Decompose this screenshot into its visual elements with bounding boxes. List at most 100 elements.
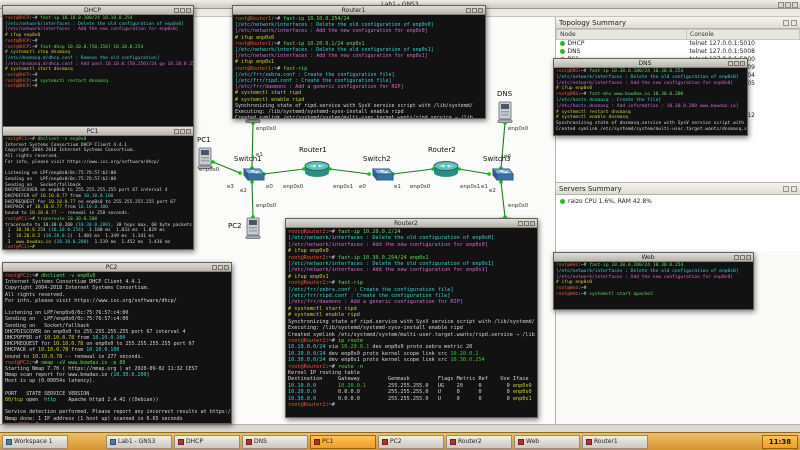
window-buttons [174, 129, 191, 134]
taskbar-task-dhcp[interactable]: DHCP [174, 435, 240, 449]
maximize-button[interactable] [740, 255, 745, 260]
minimize-button[interactable] [778, 2, 784, 8]
topology-node-cell: DNS [557, 48, 687, 56]
terminal-window-dns[interactable]: DNSroot@DNS:~# fast-ip 10.30.0.100/24 10… [553, 58, 748, 136]
terminal-output[interactable]: root@DNS:~# fast-ip 10.30.0.100/24 10.30… [554, 68, 747, 135]
task-label: Router2 [458, 438, 482, 445]
terminal-titlebar[interactable]: PC1 [3, 127, 193, 136]
minimize-button[interactable] [174, 8, 179, 13]
taskbar-task-router2[interactable]: Router2 [446, 435, 512, 449]
topology-node-cell: DHCP [557, 40, 687, 48]
terminal-window-pc2[interactable]: PC2root@PC2:~# dhclient -v enp0s0Interne… [2, 262, 232, 424]
minimize-button[interactable] [728, 61, 733, 66]
window-buttons [518, 221, 535, 226]
close-button[interactable] [478, 8, 483, 13]
terminal-title: DNS [557, 60, 733, 67]
terminal-titlebar[interactable]: Web [554, 253, 753, 262]
workspace-icon [6, 439, 12, 445]
gns3-statusbar [0, 424, 800, 432]
close-button[interactable] [746, 255, 751, 260]
maximize-button[interactable] [180, 8, 185, 13]
servers-summary-header[interactable]: Servers Summary [556, 183, 800, 195]
close-button[interactable] [530, 221, 535, 226]
task-label: PC1 [322, 438, 334, 445]
server-row[interactable]: raizo CPU 1.6%, RAM 42.8% [556, 195, 800, 208]
terminal-output[interactable]: root@PC2:~# dhclient -v enp0s0Internet S… [3, 272, 231, 423]
minimize-button[interactable] [734, 255, 739, 260]
taskbar-task-router1[interactable]: Router1 [582, 435, 648, 449]
terminal-titlebar[interactable]: PC2 [3, 263, 231, 272]
terminal-titlebar[interactable]: Router2 [286, 219, 537, 228]
close-button[interactable] [186, 129, 191, 134]
terminal-output[interactable]: root@PC1:~# dhclient -v enp0s0Internet S… [3, 136, 193, 249]
terminal-app-icon [314, 439, 320, 445]
topology-row-dns[interactable]: DNStelnet 127.0.0.1:5008 [557, 48, 800, 56]
taskbar-task-pc2[interactable]: PC2 [378, 435, 444, 449]
terminal-window-pc1[interactable]: PC1root@PC1:~# dhclient -v enp0s0Interne… [2, 126, 194, 250]
window-buttons [778, 2, 798, 8]
workspace-label: Workspace 1 [14, 438, 53, 445]
minimize-button[interactable] [466, 8, 471, 13]
close-button[interactable] [224, 265, 229, 270]
topology-summary-title: Topology Summary [559, 19, 626, 27]
column-header-node[interactable]: Node [557, 30, 687, 40]
terminal-title: Router2 [289, 220, 523, 227]
terminal-titlebar[interactable]: Router1 [233, 6, 485, 15]
terminal-app-icon [518, 439, 524, 445]
status-up-icon [560, 199, 565, 204]
taskbar-task-lab1-gns3[interactable]: Lab1 - GNS3 [106, 435, 172, 449]
maximize-button[interactable] [734, 61, 739, 66]
panel-buttons [783, 20, 797, 26]
column-header-console[interactable]: Console [687, 30, 800, 40]
status-up-icon [560, 49, 565, 54]
taskbar-tasks: Lab1 - GNS3 DHCPDNS PC1 PC2 Router2 Web Router… [106, 435, 648, 449]
task-label: PC2 [390, 438, 402, 445]
terminal-window-router1[interactable]: Router1root@Router1:~# fast-ip 10.10.0.2… [232, 5, 486, 119]
task-label: Web [526, 438, 539, 445]
minimize-button[interactable] [212, 265, 217, 270]
close-button[interactable] [740, 61, 745, 66]
taskbar-task-dns[interactable]: DNS [242, 435, 308, 449]
close-panel-icon[interactable] [791, 186, 797, 192]
window-buttons [466, 8, 483, 13]
minimize-button[interactable] [518, 221, 523, 226]
task-label: Router1 [594, 438, 618, 445]
terminal-output[interactable]: root@Web:~# fast-ip 10.30.0.200/24 10.30… [554, 262, 753, 309]
taskbar-task-pc1[interactable]: PC1 [310, 435, 376, 449]
terminal-output[interactable]: root@DHCP:~# fast-ip 10.10.0.100/24 10.1… [3, 15, 193, 126]
terminal-titlebar[interactable]: DHCP [3, 6, 193, 15]
window-buttons [734, 255, 751, 260]
maximize-button[interactable] [524, 221, 529, 226]
float-panel-icon[interactable] [783, 186, 789, 192]
window-buttons [212, 265, 229, 270]
terminal-titlebar[interactable]: DNS [554, 59, 747, 68]
terminal-output[interactable]: root@Router1:~# fast-ip 10.10.0.254/24[/… [233, 15, 485, 118]
terminal-title: Web [557, 254, 739, 261]
terminal-app-icon [246, 439, 252, 445]
close-button[interactable] [792, 2, 798, 8]
close-panel-icon[interactable] [791, 20, 797, 26]
topology-summary-header[interactable]: Topology Summary [556, 17, 800, 29]
maximize-button[interactable] [180, 129, 185, 134]
float-panel-icon[interactable] [783, 20, 789, 26]
maximize-button[interactable] [218, 265, 223, 270]
topology-row-dhcp[interactable]: DHCPtelnet 127.0.0.1:5010 [557, 40, 800, 48]
workspace-button[interactable]: Workspace 1 [2, 435, 68, 449]
status-up-icon [560, 41, 565, 46]
terminal-window-dhcp[interactable]: DHCProot@DHCP:~# fast-ip 10.10.0.100/24 … [2, 5, 194, 127]
taskbar-task-web[interactable]: Web [514, 435, 580, 449]
taskbar: Workspace 1 Lab1 - GNS3 DHCPDNS PC1 PC2 Rout… [0, 432, 800, 450]
panel-buttons [783, 186, 797, 192]
close-button[interactable] [186, 8, 191, 13]
terminal-window-router2[interactable]: Router2root@Router2:~# fast-ip 10.20.0.2… [285, 218, 538, 418]
topology-console-cell: telnet 127.0.0.1:5010 [687, 40, 800, 48]
terminal-output[interactable]: root@Router2:~# fast-ip 10.20.0.2/24[/et… [286, 228, 537, 417]
terminal-title: DHCP [6, 7, 179, 14]
task-label: Lab1 - GNS3 [118, 438, 155, 445]
terminal-app-icon [382, 439, 388, 445]
maximize-button[interactable] [785, 2, 791, 8]
terminal-title: PC2 [6, 264, 217, 271]
maximize-button[interactable] [472, 8, 477, 13]
minimize-button[interactable] [174, 129, 179, 134]
terminal-window-web[interactable]: Webroot@Web:~# fast-ip 10.30.0.200/24 10… [553, 252, 754, 310]
